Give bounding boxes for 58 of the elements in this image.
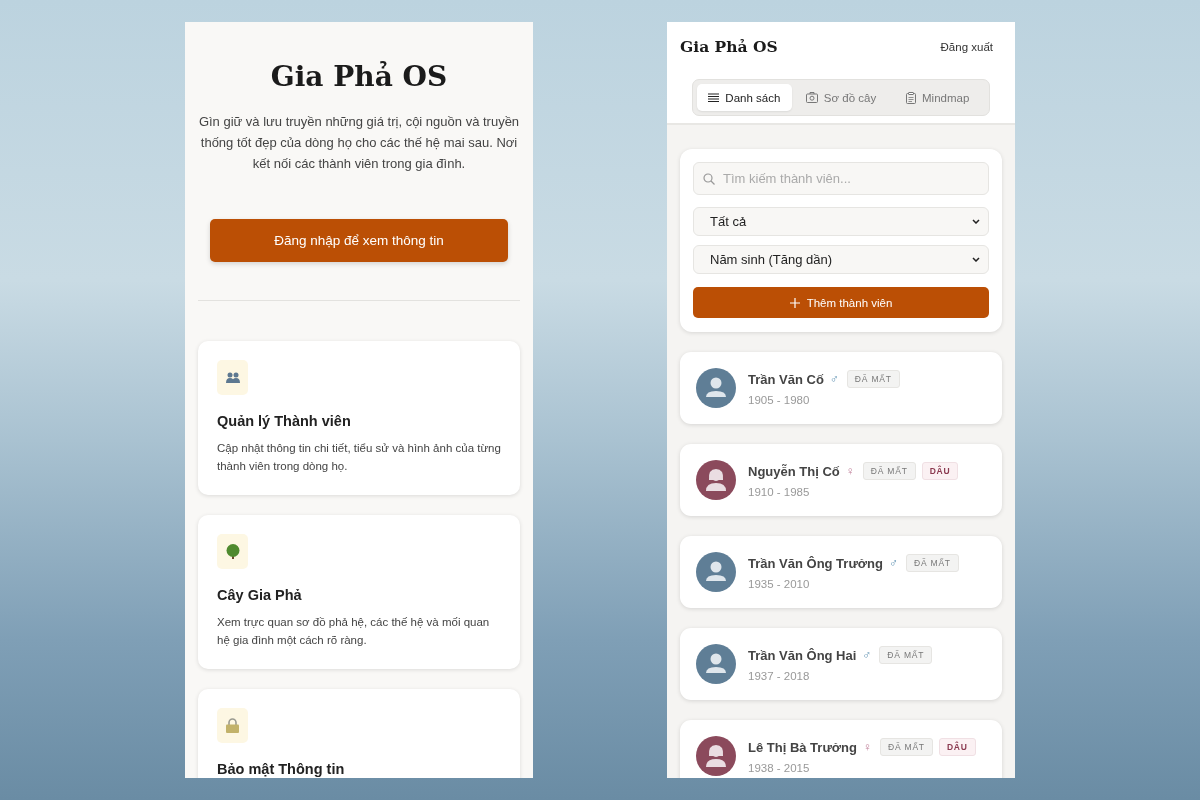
chevron-down-icon: [972, 257, 980, 262]
member-years: 1938 - 2015: [748, 762, 811, 774]
app-title: Gia Phả OS: [680, 37, 778, 56]
list-icon: [708, 93, 720, 102]
clipboard-icon: [906, 91, 916, 104]
lock-icon: [226, 718, 239, 733]
status-tag: ĐÃ MẤT: [846, 370, 900, 388]
view-tab[interactable]: Danh sách: [697, 84, 792, 111]
avatar-icon: [696, 644, 736, 684]
app-description: Gìn giữ và lưu truyền những giá trị, cội nguồn và truyền thống tốt đẹp của dòng họ cho các thế hệ mai sau. Nơi kết nối các thành viên trong gia đình.: [198, 113, 520, 173]
framed-picture-icon: [805, 92, 818, 103]
member-years: 1905 - 1980: [748, 394, 811, 406]
in-law-tag: DÂU: [921, 462, 959, 480]
tree-icon: [225, 544, 240, 559]
member-name: Lê Thị Bà Trưởng: [748, 739, 857, 755]
sort-dropdown[interactable]: Năm sinh (Tăng dần): [693, 245, 989, 274]
member-card[interactable]: Trần Văn Cố ♂ ĐÃ MẤT 1905 - 1980: [680, 352, 1002, 424]
gender-symbol: ♂: [862, 648, 872, 662]
people-icon: [225, 372, 240, 383]
member-card[interactable]: Trần Văn Ông Hai ♂ ĐÃ MẤT 1937 - 2018: [680, 628, 1002, 700]
status-tag: ĐÃ MẤT: [905, 554, 959, 572]
avatar-icon: [696, 552, 736, 592]
member-card[interactable]: Lê Thị Bà Trưởng ♀ ĐÃ MẤT DÂU 1938 - 2015: [680, 720, 1002, 778]
member-name: Trần Văn Ông Hai: [748, 647, 857, 663]
status-tag: ĐÃ MẤT: [862, 462, 916, 480]
app-title: Gia Phả OS: [269, 60, 449, 93]
member-card[interactable]: Nguyễn Thị Cố ♀ ĐÃ MẤT DÂU 1910 - 1985: [680, 444, 1002, 516]
view-tab[interactable]: Mindmap: [890, 84, 985, 111]
status-tag: ĐÃ MẤT: [879, 738, 933, 756]
login-button[interactable]: Đăng nhập để xem thông tin: [210, 219, 508, 262]
gender-symbol: ♂: [829, 372, 839, 386]
feature-title: Quản lý Thành viên: [217, 413, 352, 429]
avatar-icon: [696, 368, 736, 408]
member-years: 1935 - 2010: [748, 578, 811, 590]
search-field[interactable]: Tìm kiếm thành viên...: [693, 162, 989, 195]
member-name: Nguyễn Thị Cố: [748, 463, 840, 479]
add-member-button[interactable]: Thêm thành viên: [693, 287, 989, 318]
gender-symbol: ♀: [862, 740, 872, 754]
member-card[interactable]: Trần Văn Ông Trưởng ♂ ĐÃ MẤT 1935 - 2010: [680, 536, 1002, 608]
avatar-icon: [696, 460, 736, 500]
logout-link[interactable]: Đăng xuất: [940, 40, 993, 53]
feature-description: Xem trực quan sơ đồ phả hệ, các thế hệ và mối quan hệ gia đình một cách rõ ràng.: [217, 615, 491, 648]
gender-symbol: ♂: [888, 556, 898, 570]
in-law-tag: DÂU: [938, 738, 976, 756]
status-tag: ĐÃ MẤT: [879, 646, 933, 664]
avatar-icon: [696, 736, 736, 776]
gender-symbol: ♀: [845, 464, 855, 478]
view-tab[interactable]: Sơ đồ cây: [793, 84, 889, 111]
filter-dropdown[interactable]: Tất cả: [693, 207, 989, 236]
feature-title: Cây Gia Phả: [217, 587, 303, 603]
member-name: Trần Văn Cố: [748, 371, 824, 387]
chevron-down-icon: [972, 219, 980, 224]
member-name: Trần Văn Ông Trưởng: [748, 555, 883, 571]
plus-icon: [789, 297, 800, 308]
feature-title: Bảo mật Thông tin: [217, 761, 346, 777]
member-years: 1937 - 2018: [748, 670, 811, 682]
feature-description: Cập nhật thông tin chi tiết, tiểu sử và hình ảnh của từng thành viên trong dòng họ.: [217, 441, 501, 474]
member-years: 1910 - 1985: [748, 486, 811, 498]
